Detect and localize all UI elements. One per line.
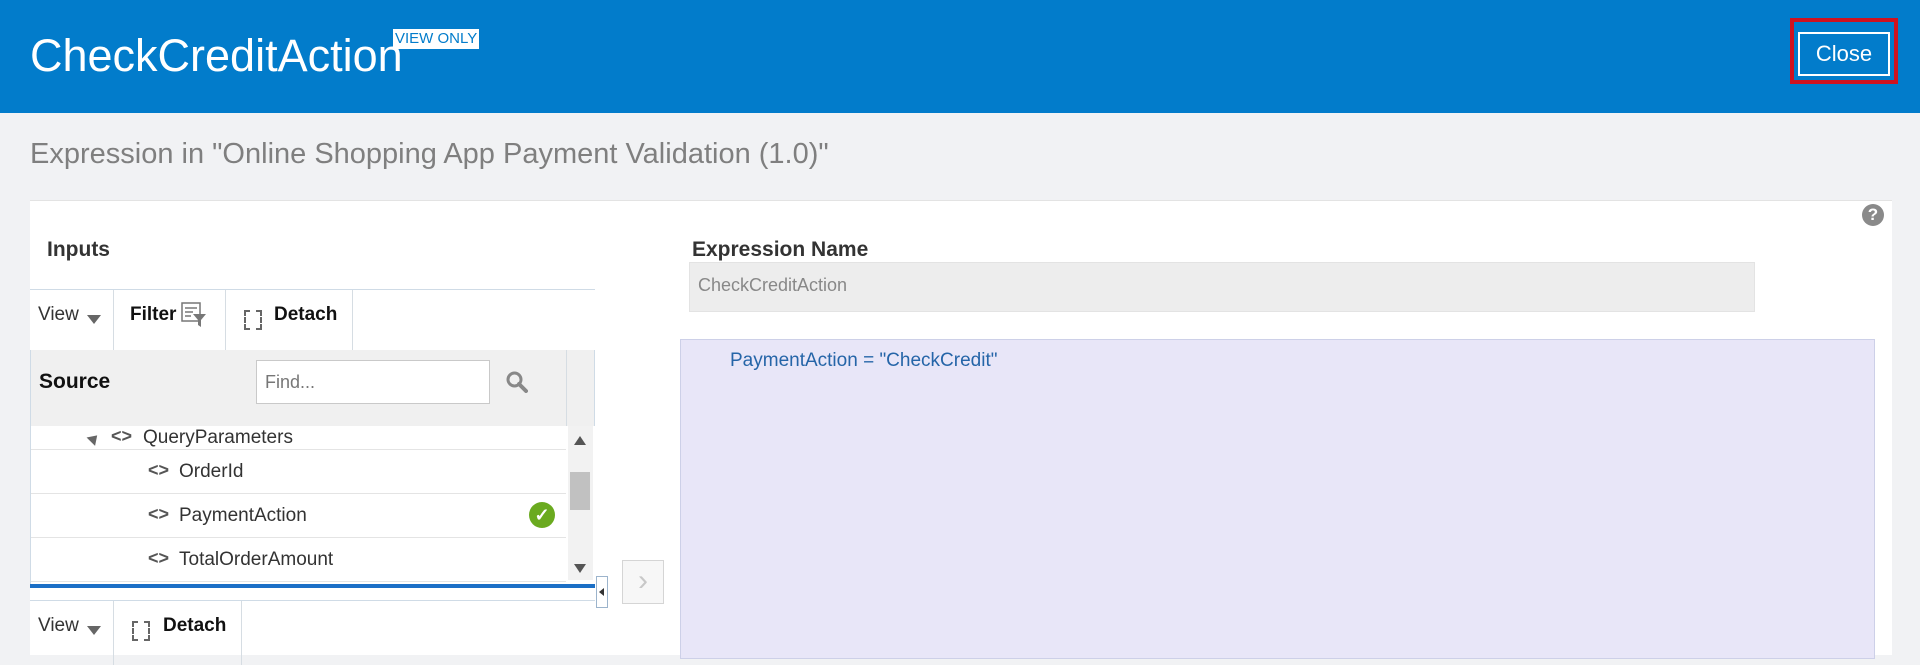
code-icon: <> [148, 548, 170, 568]
help-icon[interactable]: ? [1862, 204, 1884, 226]
tree-item-label: OrderId [179, 461, 244, 482]
filter-icon[interactable] [181, 302, 207, 328]
view-only-badge: VIEW ONLY [393, 29, 480, 49]
chevron-down-icon[interactable] [87, 315, 101, 324]
view-menu[interactable]: View [38, 615, 79, 637]
tree-row[interactable]: <> TotalOrderAmount [31, 538, 566, 582]
chevron-down-icon[interactable] [87, 626, 101, 635]
detach-icon[interactable] [244, 310, 262, 330]
selection-bar [30, 584, 595, 588]
page-title: CheckCreditAction [30, 30, 403, 81]
detach-icon[interactable] [132, 621, 150, 641]
expression-context-title: Expression in "Online Shopping App Payme… [30, 138, 829, 170]
view-menu[interactable]: View [38, 304, 79, 326]
search-icon[interactable] [506, 371, 528, 393]
find-input[interactable] [256, 360, 490, 404]
tree-row[interactable]: <> PaymentAction ✓ [31, 494, 566, 538]
expand-icon[interactable] [86, 431, 102, 446]
check-icon: ✓ [529, 502, 555, 528]
expression-code: PaymentAction = "CheckCredit" [730, 350, 998, 371]
tree-item-label: QueryParameters [143, 427, 293, 448]
code-icon: <> [148, 504, 170, 524]
expression-name-label: Expression Name [692, 238, 869, 261]
filter-button[interactable]: Filter [130, 304, 176, 326]
expression-name-field: CheckCreditAction [689, 262, 1755, 312]
expression-editor[interactable] [680, 339, 1875, 659]
inputs-heading: Inputs [47, 238, 110, 261]
code-icon: <> [148, 460, 170, 480]
tree-item-label: PaymentAction [179, 505, 307, 526]
insert-arrow-button[interactable]: › [622, 560, 664, 604]
close-button[interactable]: Close [1798, 32, 1890, 76]
detach-button[interactable]: Detach [274, 304, 337, 326]
source-tree: <> QueryParameters <> OrderId <> Payment… [30, 426, 595, 586]
scroll-up-icon[interactable] [574, 436, 586, 445]
scroll-down-icon[interactable] [574, 564, 586, 573]
source-label: Source [39, 370, 111, 393]
inputs-toolbar: View Filter Detach [30, 289, 595, 355]
tree-row[interactable]: <> OrderId [31, 450, 566, 494]
tree-row[interactable]: <> QueryParameters [31, 426, 566, 450]
tree-item-label: TotalOrderAmount [179, 549, 334, 570]
scroll-thumb[interactable] [570, 472, 590, 510]
collapse-handle[interactable] [596, 576, 608, 608]
code-icon: <> [111, 426, 133, 446]
bottom-toolbar: View Detach [30, 600, 595, 665]
caret-left-icon [599, 588, 604, 596]
detach-button[interactable]: Detach [163, 615, 226, 637]
